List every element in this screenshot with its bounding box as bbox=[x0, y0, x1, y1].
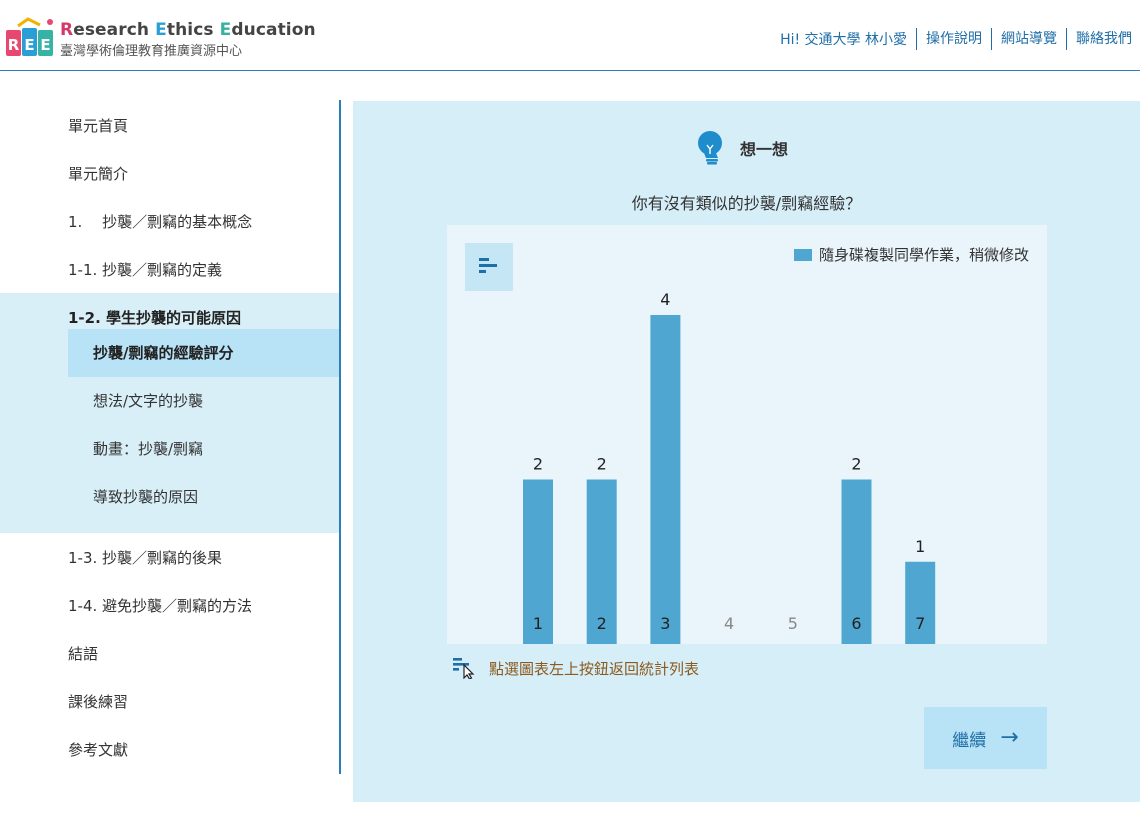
lightbulb-icon bbox=[698, 131, 722, 165]
category-label-1: 1 bbox=[533, 614, 543, 633]
main-panel: 想一想 你有沒有類似的抄襲/剽竊經驗？ 2 1 2 2 4 3 4 5 2 6 1 7 隨身碟複製同學… bbox=[353, 101, 1140, 802]
sidebar-item-causes[interactable]: 1-2. 學生抄襲的可能原因 bbox=[68, 307, 241, 328]
sidebar-group-causes: 1-2. 學生抄襲的可能原因 抄襲/剽竊的經驗評分 想法/文字的抄襲 動畫：抄襲… bbox=[0, 293, 339, 533]
sidebar-item-consequences[interactable]: 1-3. 抄襲／剽竊的後果 bbox=[68, 547, 222, 568]
sidebar-item-unit-intro[interactable]: 單元簡介 bbox=[68, 163, 128, 184]
category-label-2: 2 bbox=[597, 614, 607, 633]
continue-label: 繼續 bbox=[952, 730, 987, 751]
brand-subtitle: 臺灣學術倫理教育推廣資源中心 bbox=[60, 44, 243, 59]
nav-instructions-link[interactable]: 操作說明 bbox=[916, 28, 991, 50]
bar-list-icon bbox=[479, 258, 497, 273]
continue-button[interactable]: 繼續 → bbox=[924, 707, 1047, 769]
bar-3[interactable] bbox=[650, 315, 681, 644]
user-greeting[interactable]: Hi! 交通大學 林小愛 bbox=[780, 29, 916, 49]
bar-chart: 2 1 2 2 4 3 4 5 2 6 1 7 bbox=[523, 290, 936, 644]
arrow-right-icon: → bbox=[1000, 725, 1019, 750]
sidebar-subitem-reasons[interactable]: 導致抄襲的原因 bbox=[68, 473, 339, 521]
svg-text:R: R bbox=[8, 36, 20, 54]
back-to-list-button[interactable] bbox=[465, 243, 513, 291]
nav-contact-link[interactable]: 聯絡我們 bbox=[1066, 28, 1132, 50]
sidebar-subitem-animation[interactable]: 動畫：抄襲/剽竊 bbox=[68, 425, 339, 473]
svg-text:E: E bbox=[40, 36, 50, 54]
sidebar-subitem-experience-rating[interactable]: 抄襲/剽竊的經驗評分 bbox=[68, 329, 339, 377]
data-label-6: 2 bbox=[851, 455, 861, 474]
sidebar-item-references[interactable]: 參考文獻 bbox=[68, 739, 128, 760]
data-label-2: 2 bbox=[597, 455, 607, 474]
sidebar-item-avoidance[interactable]: 1-4. 避免抄襲／剽竊的方法 bbox=[68, 595, 252, 616]
nav-sitemap-link[interactable]: 網站導覽 bbox=[991, 28, 1066, 50]
svg-text:E: E bbox=[24, 36, 34, 54]
sidebar-item-conclusion[interactable]: 結語 bbox=[68, 643, 98, 664]
chart-legend: 隨身碟複製同學作業，稍微修改 bbox=[793, 244, 1029, 265]
legend-swatch bbox=[793, 248, 812, 261]
data-label-7: 1 bbox=[915, 537, 925, 556]
category-label-6: 6 bbox=[851, 614, 861, 633]
sidebar-item-unit-home[interactable]: 單元首頁 bbox=[68, 115, 128, 136]
category-label-3: 3 bbox=[660, 614, 670, 633]
category-label-7: 7 bbox=[915, 614, 925, 633]
ree-logo-icon[interactable]: R E E bbox=[4, 16, 56, 60]
header: R E E Research Ethics Education 臺灣學術倫理教育… bbox=[0, 0, 1140, 71]
legend-label: 隨身碟複製同學作業，稍微修改 bbox=[818, 246, 1029, 264]
question-text: 你有沒有類似的抄襲/剽竊經驗？ bbox=[631, 194, 862, 213]
top-nav: Hi! 交通大學 林小愛 操作說明 網站導覽 聯絡我們 bbox=[780, 28, 1132, 50]
list-cursor-icon bbox=[453, 658, 475, 679]
think-heading: 想一想 bbox=[697, 131, 788, 165]
sidebar-item-basic-concepts[interactable]: 1. 抄襲／剽竊的基本概念 bbox=[68, 211, 252, 232]
category-label-5: 5 bbox=[788, 614, 798, 633]
sidebar: 單元首頁 單元簡介 1. 抄襲／剽竊的基本概念 1-1. 抄襲／剽竊的定義 1-… bbox=[0, 100, 341, 774]
sidebar-subitem-idea-text-plagiarism[interactable]: 想法/文字的抄襲 bbox=[68, 377, 339, 425]
data-label-1: 2 bbox=[533, 455, 543, 474]
think-label: 想一想 bbox=[740, 140, 789, 159]
chart-hint[interactable]: 點選圖表左上按鈕返回統計列表 bbox=[453, 657, 699, 679]
sidebar-item-definition[interactable]: 1-1. 抄襲／剽竊的定義 bbox=[68, 259, 222, 280]
chart-container: 2 1 2 2 4 3 4 5 2 6 1 7 隨身碟複製同學作業，稍微修改 bbox=[447, 225, 1047, 644]
sidebar-item-exercises[interactable]: 課後練習 bbox=[68, 691, 128, 712]
category-label-4: 4 bbox=[724, 614, 734, 633]
data-label-3: 4 bbox=[660, 290, 670, 309]
brand-title: Research Ethics Education bbox=[60, 20, 316, 40]
hint-text: 點選圖表左上按鈕返回統計列表 bbox=[489, 659, 700, 678]
